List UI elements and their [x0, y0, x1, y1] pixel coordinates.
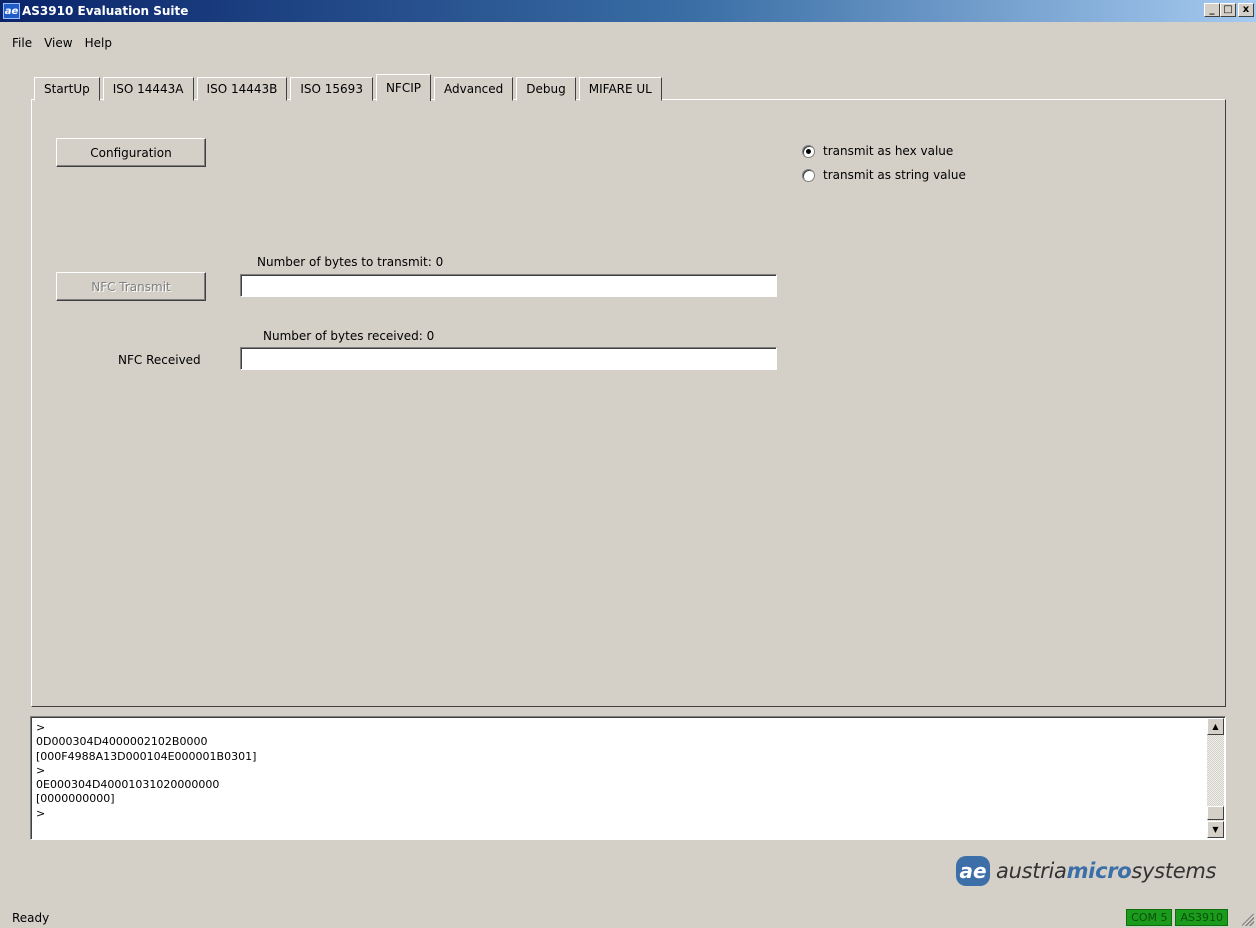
status-badges: COM 5 AS3910 [1126, 909, 1228, 926]
log-line: [000F4988A13D000104E000001B0301] [36, 749, 257, 763]
scroll-down-icon[interactable]: ▼ [1207, 821, 1224, 838]
log-console[interactable]: > 0D000304D4000002102B0000 [000F4988A13D… [30, 716, 1226, 840]
configuration-button[interactable]: Configuration [56, 138, 206, 167]
log-line: > [36, 721, 46, 734]
nfc-transmit-button[interactable]: NFC Transmit [56, 272, 206, 301]
transmit-input[interactable] [240, 274, 777, 297]
nfcip-panel: Configuration transmit as hex value tran… [31, 99, 1226, 707]
tab-startup[interactable]: StartUp [34, 77, 100, 101]
transmit-bytes-count: Number of bytes to transmit: 0 [257, 255, 444, 269]
title-bar[interactable]: ae AS3910 Evaluation Suite _ □ x [0, 0, 1256, 22]
menu-bar: File View Help [0, 33, 118, 53]
com-port-badge: COM 5 [1126, 909, 1173, 926]
radio-string-option[interactable]: transmit as string value [802, 168, 966, 182]
tab-debug[interactable]: Debug [516, 77, 576, 101]
menu-file[interactable]: File [0, 36, 38, 50]
radio-hex-option[interactable]: transmit as hex value [802, 144, 953, 158]
status-text: Ready [12, 911, 50, 925]
close-button[interactable]: x [1238, 3, 1254, 17]
log-line: [0000000000] [36, 792, 115, 806]
logo-mark: ae [956, 856, 990, 886]
window-title: AS3910 Evaluation Suite [22, 4, 189, 18]
tab-iso15693[interactable]: ISO 15693 [290, 77, 373, 101]
radio-hex[interactable] [802, 144, 815, 158]
menu-help[interactable]: Help [79, 36, 118, 50]
log-line: 0D000304D4000002102B0000 [36, 735, 208, 749]
radio-string-label: transmit as string value [823, 168, 966, 182]
log-line: > [36, 806, 46, 820]
window-controls: _ □ x [1204, 3, 1254, 17]
log-line: > [36, 763, 46, 777]
menu-view[interactable]: View [38, 36, 78, 50]
minimize-button[interactable]: _ [1204, 3, 1220, 17]
radio-hex-label: transmit as hex value [823, 144, 954, 158]
app-icon: ae [3, 3, 20, 19]
tab-nfcip[interactable]: NFCIP [375, 74, 431, 101]
received-output [240, 347, 777, 370]
log-line: 0E000304D40001031020000000 [36, 778, 220, 792]
scroll-up-icon[interactable]: ▲ [1207, 718, 1224, 735]
log-scrollbar[interactable]: ▲ ▼ [1207, 718, 1224, 838]
nfc-received-label: NFC Received [118, 353, 201, 367]
tab-advanced[interactable]: Advanced [434, 77, 514, 101]
radio-string[interactable] [802, 168, 815, 182]
tab-iso14443b[interactable]: ISO 14443B [196, 77, 288, 101]
received-bytes-count: Number of bytes received: 0 [263, 329, 435, 343]
log-lines: > 0D000304D4000002102B0000 [000F4988A13D… [36, 721, 256, 821]
tab-strip: StartUp ISO 14443A ISO 14443B ISO 15693 … [34, 74, 665, 101]
device-badge: AS3910 [1175, 909, 1228, 926]
logo-text: austriamicrosystems [996, 859, 1217, 883]
austriamicrosystems-logo: ae austriamicrosystems [956, 856, 1216, 886]
maximize-button[interactable]: □ [1220, 3, 1236, 17]
scroll-thumb[interactable] [1207, 806, 1224, 820]
tab-iso14443a[interactable]: ISO 14443A [102, 77, 194, 101]
resize-grip-icon[interactable] [1242, 914, 1254, 926]
tab-mifare-ul[interactable]: MIFARE UL [578, 77, 662, 101]
